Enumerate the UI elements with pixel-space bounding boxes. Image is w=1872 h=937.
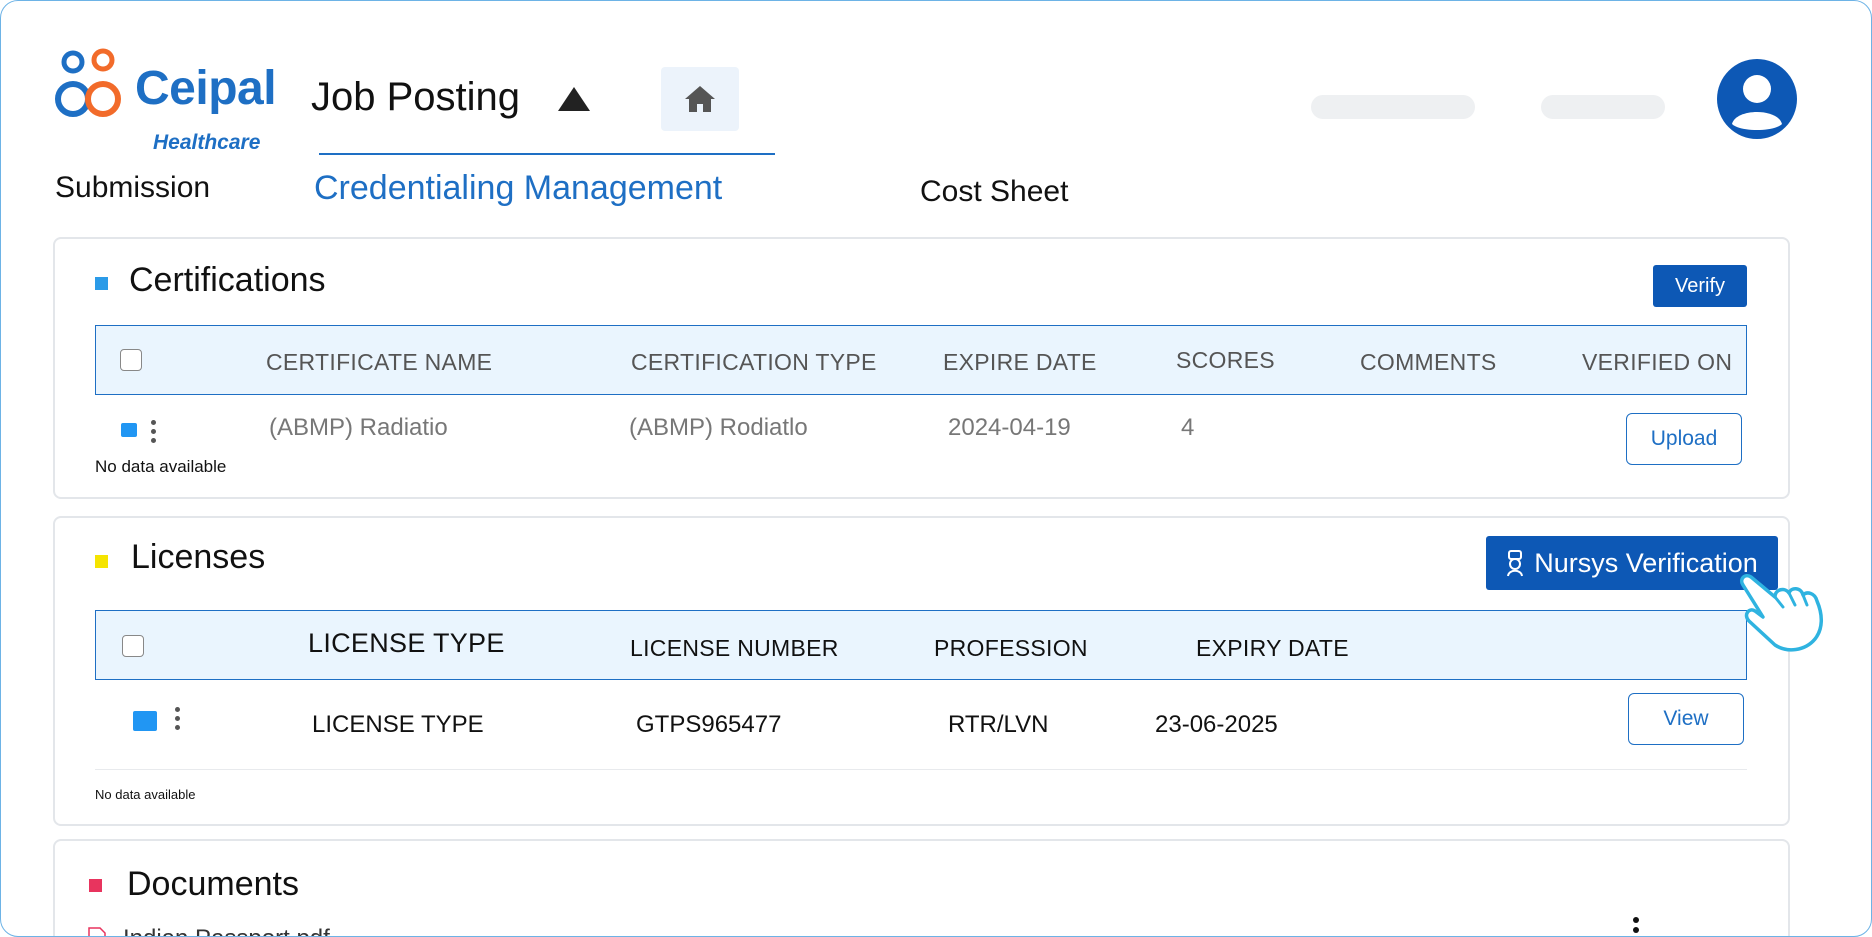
cert-name-cell: (ABMP) Radiatio xyxy=(269,414,448,441)
logo-subtitle: Healthcare xyxy=(153,131,261,154)
column-header[interactable]: SCORES xyxy=(1176,347,1275,374)
section-title: Certifications xyxy=(129,261,326,299)
column-header[interactable]: CERTIFICATION TYPE xyxy=(631,349,877,376)
table-header: CERTIFICATE NAME CERTIFICATION TYPE EXPI… xyxy=(95,325,1747,395)
section-menu-icon[interactable] xyxy=(1633,917,1639,936)
column-header[interactable]: COMMENTS xyxy=(1360,349,1497,376)
verify-button[interactable]: Verify xyxy=(1653,265,1747,307)
loading-placeholder xyxy=(1541,95,1665,119)
cert-type-cell: (ABMP) Rodiatlo xyxy=(629,414,808,441)
hand-pointer-icon xyxy=(1739,573,1823,652)
license-type-cell: LICENSE TYPE xyxy=(312,711,484,738)
home-icon xyxy=(685,86,715,112)
column-header[interactable]: EXPIRY DATE xyxy=(1196,635,1349,662)
section-marker xyxy=(89,879,102,892)
expire-date-cell: 2024-04-19 xyxy=(948,414,1071,441)
section-marker xyxy=(95,555,108,568)
active-tab-indicator xyxy=(319,153,775,155)
profession-cell: RTR/LVN xyxy=(948,711,1049,738)
column-header[interactable]: CERTIFICATE NAME xyxy=(266,349,492,376)
upload-button[interactable]: Upload xyxy=(1626,413,1742,465)
user-avatar-icon[interactable] xyxy=(1716,58,1798,140)
table-header: LICENSE TYPE LICENSE NUMBER PROFESSION E… xyxy=(95,610,1747,680)
section-title: Licenses xyxy=(131,538,266,576)
document-file-name[interactable]: Indian Passport.pdf xyxy=(123,925,330,936)
certifications-section: Certifications Verify CERTIFICATE NAME C… xyxy=(53,237,1790,499)
tab-cost-sheet[interactable]: Cost Sheet xyxy=(920,175,1068,209)
column-header[interactable]: LICENSE TYPE xyxy=(308,628,505,659)
logo-mark-icon xyxy=(55,48,121,117)
select-all-checkbox[interactable] xyxy=(120,349,142,371)
pdf-file-icon xyxy=(88,927,106,936)
expiry-date-cell: 23-06-2025 xyxy=(1155,711,1278,738)
nursys-verification-label: Nursys Verification xyxy=(1534,547,1758,578)
column-header[interactable]: EXPIRE DATE xyxy=(943,349,1097,376)
row-checkbox[interactable] xyxy=(133,711,157,731)
row-menu-icon[interactable] xyxy=(151,420,157,447)
logo-text: Ceipal xyxy=(135,62,277,115)
column-header[interactable]: LICENSE NUMBER xyxy=(630,635,839,662)
view-button[interactable]: View xyxy=(1628,693,1744,745)
column-header[interactable]: VERIFIED ON xyxy=(1582,349,1732,376)
row-checkbox[interactable] xyxy=(121,423,137,437)
nurse-icon xyxy=(1507,550,1524,577)
licenses-section: Licenses Nursys Verification LICENSE TYP… xyxy=(53,516,1790,826)
select-all-checkbox[interactable] xyxy=(122,635,144,657)
score-cell: 4 xyxy=(1181,414,1195,441)
app-window: Ceipal Healthcare Job Posting Submission… xyxy=(0,0,1872,937)
section-marker xyxy=(95,277,108,290)
no-data-text: No data available xyxy=(95,457,227,476)
tab-submission[interactable]: Submission xyxy=(55,171,210,205)
ceipal-logo[interactable]: Ceipal Healthcare xyxy=(53,47,293,157)
caret-up-icon[interactable] xyxy=(556,85,592,113)
column-header[interactable]: PROFESSION xyxy=(934,635,1088,662)
row-menu-icon[interactable] xyxy=(175,707,181,734)
no-data-text: No data available xyxy=(95,787,196,802)
row-divider xyxy=(95,769,1747,770)
license-number-cell: GTPS965477 xyxy=(636,711,782,738)
documents-section: Documents xyxy=(53,839,1790,936)
tab-credentialing-management[interactable]: Credentialing Management xyxy=(314,169,722,208)
home-button[interactable] xyxy=(661,67,739,131)
section-title: Documents xyxy=(127,865,299,903)
page-title[interactable]: Job Posting xyxy=(311,75,520,120)
loading-placeholder xyxy=(1311,95,1475,119)
